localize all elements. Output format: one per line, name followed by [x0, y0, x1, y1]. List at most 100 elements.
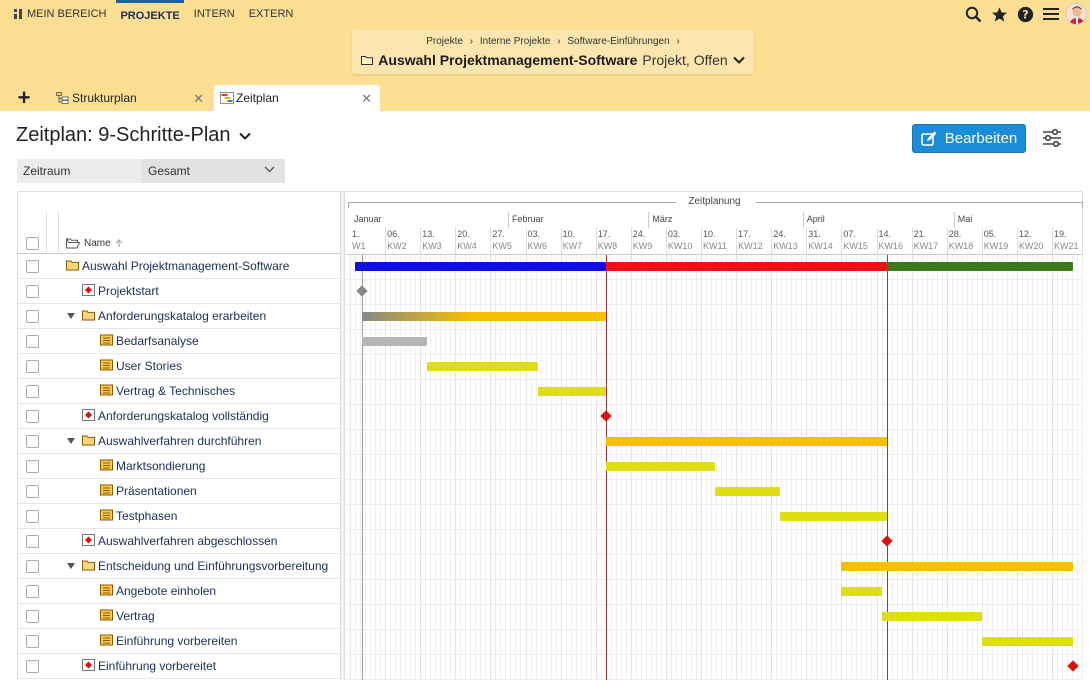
table-row[interactable]: Anforderungskatalog erarbeiten [18, 304, 340, 329]
nav-projekte[interactable]: PROJEKTE [116, 0, 184, 28]
week-date-label: 17. [597, 229, 611, 239]
breadcrumb-item[interactable]: Projekte [426, 36, 463, 47]
menu-icon[interactable] [1038, 0, 1064, 28]
row-label: Vertrag [116, 609, 155, 623]
select-all-checkbox[interactable] [26, 237, 39, 250]
collapse-toggle-icon[interactable] [67, 438, 75, 444]
summary-bar [606, 437, 888, 446]
user-avatar[interactable] [1064, 0, 1090, 28]
row-checkbox[interactable] [26, 485, 39, 498]
star-icon[interactable] [986, 0, 1012, 28]
breadcrumb-item[interactable]: Interne Projekte [480, 36, 551, 47]
task-icon [100, 634, 113, 646]
table-row[interactable]: Vertrag [18, 604, 340, 629]
week-divider [455, 228, 457, 254]
row-checkbox[interactable] [26, 610, 39, 623]
tab-zeitplan[interactable]: Zeitplan ✕ [214, 85, 380, 111]
day-gridline [360, 255, 362, 680]
month-divider [953, 212, 955, 228]
collapse-toggle-icon[interactable] [67, 313, 75, 319]
row-checkbox[interactable] [26, 635, 39, 648]
schedule-selector[interactable]: Zeitplan: 9-Schritte-Plan [16, 124, 251, 147]
row-label: Anforderungskatalog erarbeiten [98, 309, 267, 323]
table-row[interactable]: Präsentationen [18, 479, 340, 504]
row-checkbox[interactable] [26, 310, 39, 323]
row-checkbox[interactable] [26, 560, 39, 573]
table-row[interactable]: Bedarfsanalyse [18, 329, 340, 354]
task-icon [100, 359, 113, 371]
month-label: Februar [511, 214, 544, 224]
table-row[interactable]: Angebote einholen [18, 579, 340, 604]
add-tab-button[interactable]: + [14, 87, 34, 109]
nav-mein-bereich[interactable]: MEIN BEREICH [14, 0, 106, 28]
row-checkbox[interactable] [26, 260, 39, 273]
table-row[interactable]: Einführung vorbereiten [18, 629, 340, 654]
row-gridline [346, 279, 1083, 280]
row-checkbox[interactable] [26, 460, 39, 473]
table-row[interactable]: Projektstart [18, 279, 340, 304]
week-date-label: 06. [387, 229, 400, 239]
table-row[interactable]: User Stories [18, 354, 340, 379]
day-gridline [746, 255, 748, 680]
day-gridline [1046, 255, 1048, 680]
table-row[interactable]: Testphasen [18, 504, 340, 529]
close-icon[interactable]: ✕ [361, 91, 372, 107]
day-gridline [1011, 255, 1013, 680]
table-row[interactable]: Auswahlverfahren abgeschlossen [18, 529, 340, 554]
nav-intern[interactable]: INTERN [194, 0, 235, 28]
week-divider [1052, 228, 1053, 254]
edit-button[interactable]: Bearbeiten [912, 124, 1026, 153]
day-gridline [861, 255, 863, 680]
day-gridline [791, 255, 793, 680]
nav-label: PROJEKTE [120, 9, 180, 22]
row-checkbox[interactable] [26, 435, 39, 448]
table-row[interactable]: Auswahlverfahren durchführen [18, 429, 340, 454]
milestone-icon [82, 534, 95, 546]
table-row[interactable]: Marktsondierung [18, 454, 340, 479]
help-icon[interactable]: ? [1012, 0, 1038, 28]
row-checkbox[interactable] [26, 385, 39, 398]
column-divider [58, 212, 59, 252]
row-checkbox[interactable] [26, 660, 39, 673]
nav-extern[interactable]: EXTERN [249, 0, 294, 28]
week-number-label: KW13 [773, 241, 798, 251]
row-checkbox[interactable] [26, 360, 39, 373]
collapse-toggle-icon[interactable] [67, 563, 75, 569]
week-divider [806, 228, 808, 254]
row-gridline [346, 404, 1083, 405]
table-row[interactable]: Entscheidung und Einführungsvorbereitung [18, 554, 340, 579]
table-row[interactable]: Auswahl Projektmanagement-Software [18, 254, 340, 279]
week-number-label: KW2 [387, 241, 407, 251]
milestone-icon [82, 409, 95, 421]
row-checkbox[interactable] [26, 410, 39, 423]
week-date-label: 17. [738, 229, 751, 239]
pane-splitter[interactable] [340, 192, 345, 680]
row-checkbox[interactable] [26, 510, 39, 523]
table-row[interactable]: Einführung vorbereitet [18, 654, 340, 679]
close-icon[interactable]: ✕ [193, 91, 204, 107]
row-checkbox[interactable] [26, 535, 39, 548]
day-gridline [350, 255, 351, 680]
day-gridline [1062, 255, 1064, 680]
project-breadcrumb: Projekte › Interne Projekte › Software-E… [352, 30, 754, 74]
search-icon[interactable] [960, 0, 986, 28]
phase-bar [606, 262, 888, 271]
week-number-label: KW11 [703, 241, 727, 251]
row-checkbox[interactable] [26, 585, 39, 598]
tab-strukturplan[interactable]: Strukturplan ✕ [40, 85, 212, 111]
breadcrumb-item[interactable]: Software-Einführungen [567, 36, 669, 47]
period-select[interactable]: Gesamt [142, 159, 285, 183]
day-gridline [726, 255, 728, 680]
view-settings-button[interactable] [1040, 126, 1064, 150]
table-row[interactable]: Vertrag & Technisches [18, 379, 340, 404]
breadcrumb-separator: › [676, 36, 680, 47]
project-selector[interactable]: Auswahl Projektmanagement-Software Proje… [352, 52, 754, 68]
row-label: Auswahl Projektmanagement-Software [82, 259, 290, 273]
row-checkbox[interactable] [26, 335, 39, 348]
week-date-label: 12. [1018, 229, 1032, 239]
row-checkbox[interactable] [26, 285, 39, 298]
table-row[interactable]: Anforderungskatalog vollständig [18, 404, 340, 429]
name-column-header[interactable]: Name [66, 238, 123, 249]
month-label: Januar [354, 214, 382, 224]
task-bar [537, 387, 607, 396]
